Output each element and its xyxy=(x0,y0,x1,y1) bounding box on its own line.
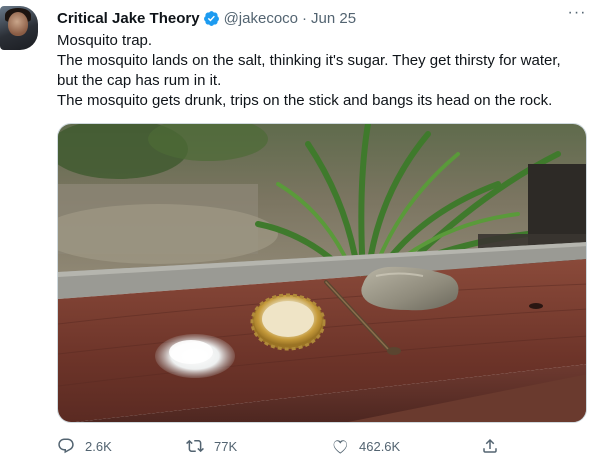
tweet-date[interactable]: Jun 25 xyxy=(311,10,356,27)
verified-badge-icon xyxy=(203,10,220,27)
tweet-actions: 2.6K 77K 462.6K xyxy=(57,434,587,458)
tweet: Critical Jake Theory @jakecoco · Jun 25 … xyxy=(0,0,600,463)
retweet-icon xyxy=(186,439,204,453)
user-handle[interactable]: @jakecoco xyxy=(224,10,298,27)
like-count: 462.6K xyxy=(359,438,401,454)
like-button[interactable]: 462.6K xyxy=(331,434,400,458)
retweet-button[interactable]: 77K xyxy=(186,434,237,458)
tweet-line: The mosquito lands on the salt, thinking… xyxy=(57,52,561,69)
reply-count: 2.6K xyxy=(85,438,112,454)
retweet-count: 77K xyxy=(214,438,238,454)
avatar[interactable] xyxy=(0,6,38,50)
reply-icon xyxy=(58,438,74,454)
tweet-header: Critical Jake Theory @jakecoco · Jun 25 xyxy=(57,8,356,28)
like-icon xyxy=(333,440,347,454)
tweet-photo[interactable] xyxy=(57,123,587,423)
tweet-line: but the cap has rum in it. xyxy=(57,72,222,89)
share-icon xyxy=(483,438,497,453)
display-name[interactable]: Critical Jake Theory xyxy=(57,10,200,27)
more-icon[interactable]: ··· xyxy=(566,5,588,24)
avatar-face xyxy=(8,12,28,36)
separator-dot: · xyxy=(302,9,308,27)
photo-illustration xyxy=(58,124,586,422)
tweet-line: The mosquito gets drunk, trips on the st… xyxy=(57,92,553,109)
share-button[interactable] xyxy=(481,434,509,458)
tweet-line: Mosquito trap. xyxy=(57,32,153,49)
reply-button[interactable]: 2.6K xyxy=(57,434,112,458)
tweet-text: Mosquito trap. The mosquito lands on the… xyxy=(57,31,592,111)
